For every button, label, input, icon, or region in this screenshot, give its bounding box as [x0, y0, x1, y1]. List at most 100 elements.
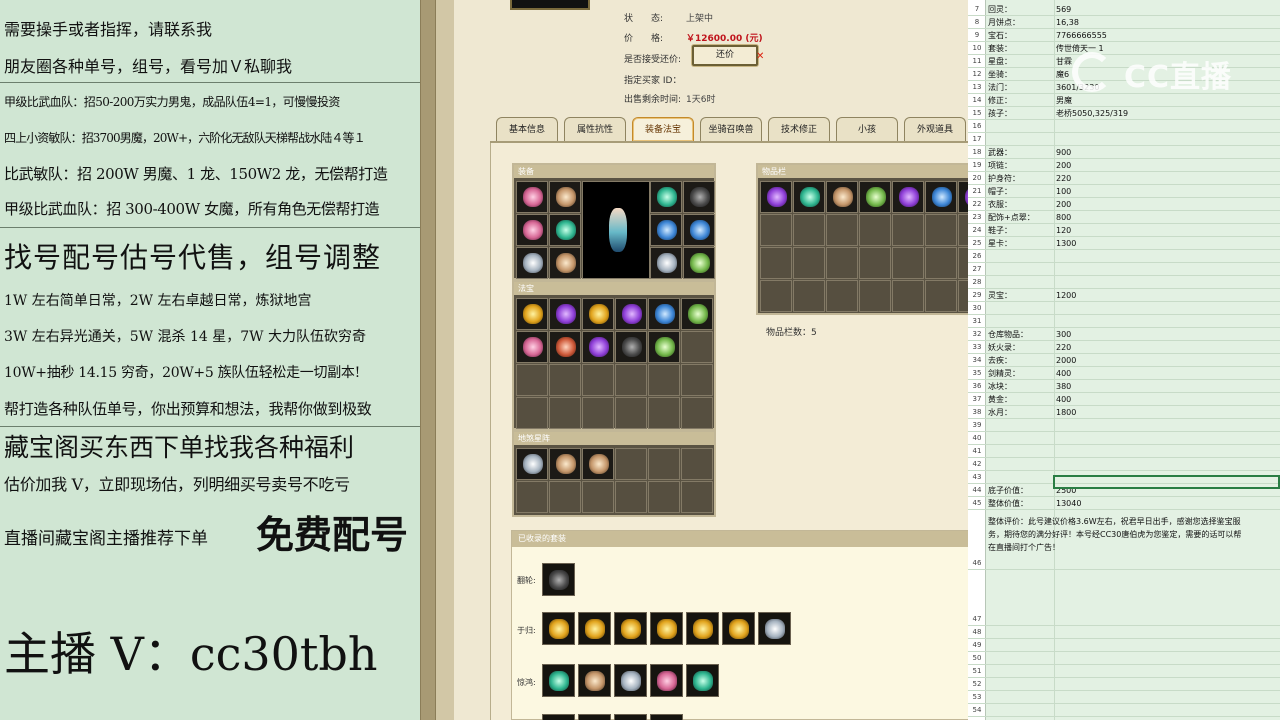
sheet-row[interactable]: 20 护身符： 220 [968, 172, 1280, 185]
sheet-row[interactable]: 22 衣服： 200 [968, 198, 1280, 211]
sheet-row[interactable]: 29 灵宝： 1200 [968, 289, 1280, 302]
formation-slot[interactable] [549, 448, 581, 480]
empty-slot[interactable] [681, 397, 713, 429]
sheet-row[interactable]: 21 帽子： 100 [968, 185, 1280, 198]
cell-value[interactable]: 400 [1056, 367, 1276, 380]
empty-slot[interactable] [793, 247, 825, 279]
empty-slot[interactable] [793, 280, 825, 312]
cell-value[interactable]: 380 [1056, 380, 1276, 393]
cell-value[interactable]: 900 [1056, 146, 1276, 159]
sheet-row[interactable]: 50 [968, 652, 1280, 665]
empty-slot[interactable] [859, 280, 891, 312]
sheet-row[interactable]: 48 [968, 626, 1280, 639]
set-item[interactable] [614, 664, 647, 697]
sheet-row[interactable]: 15 孩子： 老桥5050,325/319 [968, 107, 1280, 120]
empty-slot[interactable] [681, 364, 713, 396]
cell-label[interactable]: 星卡： [988, 237, 1054, 250]
empty-slot[interactable] [549, 364, 581, 396]
empty-slot[interactable] [681, 481, 713, 513]
empty-slot[interactable] [760, 247, 792, 279]
treasure-slot[interactable] [516, 298, 548, 330]
cell-label[interactable]: 底子价值： [988, 484, 1054, 497]
cell-value[interactable]: 老桥5050,325/319 [1056, 107, 1276, 120]
sheet-row[interactable]: 54 [968, 704, 1280, 717]
inventory-slot[interactable] [925, 181, 957, 213]
empty-slot[interactable] [615, 397, 647, 429]
treasure-slot[interactable] [516, 331, 548, 363]
cell-label[interactable]: 妖火录： [988, 341, 1054, 354]
cell-value[interactable]: 2000 [1056, 354, 1276, 367]
cell-value[interactable]: 200 [1056, 159, 1276, 172]
cell-label[interactable]: 回灵： [988, 3, 1054, 16]
tab-skills[interactable]: 技术修正 [768, 117, 830, 141]
treasure-slot[interactable] [681, 298, 713, 330]
cell-label[interactable]: 武器： [988, 146, 1054, 159]
set-item[interactable] [578, 664, 611, 697]
cell-label[interactable]: 坐骑： [988, 68, 1054, 81]
cell-label[interactable]: 法门： [988, 81, 1054, 94]
cell-label[interactable]: 水月： [988, 406, 1054, 419]
formation-slot[interactable] [582, 448, 614, 480]
cell-value[interactable]: 100 [1056, 185, 1276, 198]
treasure-slot[interactable] [549, 331, 581, 363]
sheet-row[interactable]: 7 回灵： 569 [968, 3, 1280, 16]
sheet-row[interactable]: 18 武器： 900 [968, 146, 1280, 159]
selected-cell[interactable] [1053, 475, 1280, 489]
set-item[interactable] [578, 714, 611, 720]
sheet-row[interactable]: 49 [968, 639, 1280, 652]
set-item[interactable] [650, 714, 683, 720]
sheet-row[interactable]: 24 鞋子： 120 [968, 224, 1280, 237]
cell-value[interactable]: 1800 [1056, 406, 1276, 419]
empty-slot[interactable] [615, 481, 647, 513]
cell-label[interactable]: 配饰+点翠： [988, 211, 1054, 224]
empty-slot[interactable] [892, 280, 924, 312]
equip-slot[interactable] [683, 247, 715, 279]
sheet-row[interactable]: 25 星卡： 1300 [968, 237, 1280, 250]
equip-slot[interactable] [516, 214, 548, 246]
formation-slot[interactable] [516, 448, 548, 480]
set-item[interactable] [542, 664, 575, 697]
cell-value[interactable]: 220 [1056, 341, 1276, 354]
equip-slot[interactable] [516, 247, 548, 279]
sheet-row[interactable]: 51 [968, 665, 1280, 678]
set-item[interactable] [542, 714, 575, 720]
set-item[interactable] [686, 664, 719, 697]
cell-label[interactable]: 整体价值： [988, 497, 1054, 510]
treasure-slot[interactable] [582, 331, 614, 363]
empty-slot[interactable] [958, 247, 968, 279]
treasure-slot[interactable] [615, 298, 647, 330]
tab-appearance[interactable]: 外观道具 [904, 117, 966, 141]
sheet-row[interactable]: 35 剑精灵： 400 [968, 367, 1280, 380]
sheet-row[interactable]: 39 [968, 419, 1280, 432]
set-item[interactable] [542, 563, 575, 596]
sheet-row[interactable]: 33 妖火录： 220 [968, 341, 1280, 354]
sheet-row[interactable]: 28 [968, 276, 1280, 289]
empty-slot[interactable] [648, 448, 680, 480]
sheet-row[interactable]: 9 宝石： 7766666555 [968, 29, 1280, 42]
equip-slot[interactable] [650, 247, 682, 279]
sheet-row[interactable]: 26 [968, 250, 1280, 263]
empty-slot[interactable] [648, 397, 680, 429]
set-item[interactable] [650, 612, 683, 645]
set-item[interactable] [614, 612, 647, 645]
inventory-slot[interactable] [760, 181, 792, 213]
sheet-row[interactable]: 37 黄金： 400 [968, 393, 1280, 406]
cell-value[interactable]: 300 [1056, 328, 1276, 341]
sheet-row[interactable]: 17 [968, 133, 1280, 146]
empty-slot[interactable] [582, 481, 614, 513]
bargain-button[interactable]: 还价 [692, 45, 758, 66]
sheet-row[interactable]: 38 水月： 1800 [968, 406, 1280, 419]
empty-slot[interactable] [582, 397, 614, 429]
sheet-row[interactable]: 32 仓库物品： 300 [968, 328, 1280, 341]
cell-value[interactable]: 569 [1056, 3, 1276, 16]
cell-label[interactable]: 护身符： [988, 172, 1054, 185]
sheet-row[interactable]: 47 [968, 613, 1280, 626]
cell-label[interactable]: 星盘： [988, 55, 1054, 68]
sheet-row[interactable]: 45 整体价值： 13040 [968, 497, 1280, 510]
inventory-slot[interactable] [958, 181, 968, 213]
equip-slot[interactable] [650, 214, 682, 246]
sheet-row[interactable]: 41 [968, 445, 1280, 458]
empty-slot[interactable] [826, 280, 858, 312]
set-item[interactable] [578, 612, 611, 645]
sheet-row[interactable]: 16 [968, 120, 1280, 133]
